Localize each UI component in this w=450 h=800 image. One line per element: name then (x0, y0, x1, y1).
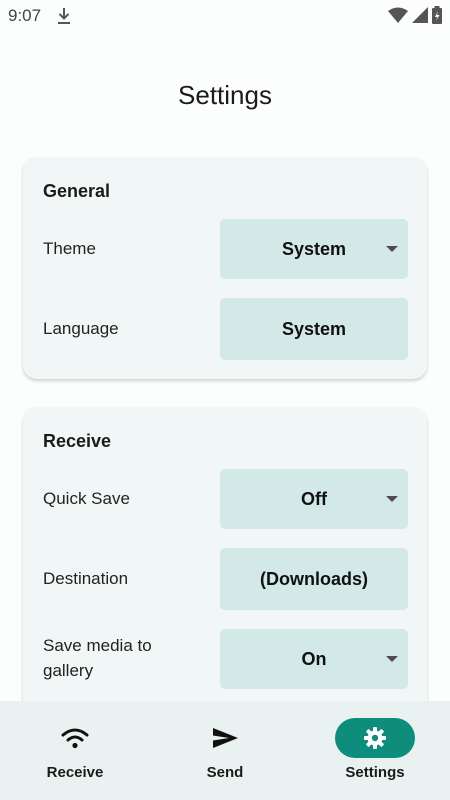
save-media-dropdown[interactable]: On (220, 629, 408, 689)
chevron-down-icon (386, 656, 398, 662)
page-title: Settings (178, 80, 272, 110)
send-icon (213, 728, 238, 748)
wifi-icon (61, 728, 89, 749)
quick-save-label: Quick Save (43, 489, 130, 508)
bottom-navigation: Receive Send Settings (0, 701, 450, 800)
destination-value: (Downloads) (260, 568, 368, 589)
quick-save-dropdown[interactable]: Off (220, 469, 408, 529)
chevron-down-icon (386, 246, 398, 252)
download-icon (58, 8, 70, 24)
cell-signal-icon (412, 7, 428, 23)
gear-icon (364, 727, 386, 749)
theme-value: System (281, 238, 347, 259)
wifi-signal-icon (388, 7, 408, 23)
save-media-label: Save media to gallery (43, 636, 152, 680)
nav-label-receive: Receive (46, 764, 104, 781)
language-value: System (281, 318, 347, 339)
status-bar: 9:07 (0, 0, 450, 32)
language-button[interactable]: System (220, 298, 408, 360)
nav-label-send: Send (206, 764, 244, 781)
save-media-value: On (301, 648, 327, 669)
general-section-title: General (43, 181, 111, 201)
theme-label: Theme (43, 239, 96, 258)
destination-button[interactable]: (Downloads) (220, 548, 408, 610)
quick-save-value: Off (301, 488, 327, 509)
nav-item-settings[interactable]: Settings (300, 701, 450, 800)
language-label: Language (43, 319, 119, 338)
status-time: 9:07 (8, 6, 42, 25)
nav-pill (185, 718, 265, 758)
chevron-down-icon (386, 496, 398, 502)
destination-label: Destination (43, 569, 129, 588)
theme-dropdown[interactable]: System (220, 219, 408, 279)
receive-section-title: Receive (43, 431, 112, 451)
nav-item-send[interactable]: Send (150, 701, 300, 800)
nav-label-settings: Settings (345, 764, 405, 781)
nav-pill-active (335, 718, 415, 758)
battery-icon (432, 6, 442, 24)
general-card: General Theme System Language System (23, 157, 427, 379)
nav-pill (35, 718, 115, 758)
nav-item-receive[interactable]: Receive (0, 701, 150, 800)
receive-card: Receive Quick Save Off Destination (Down… (23, 407, 427, 737)
